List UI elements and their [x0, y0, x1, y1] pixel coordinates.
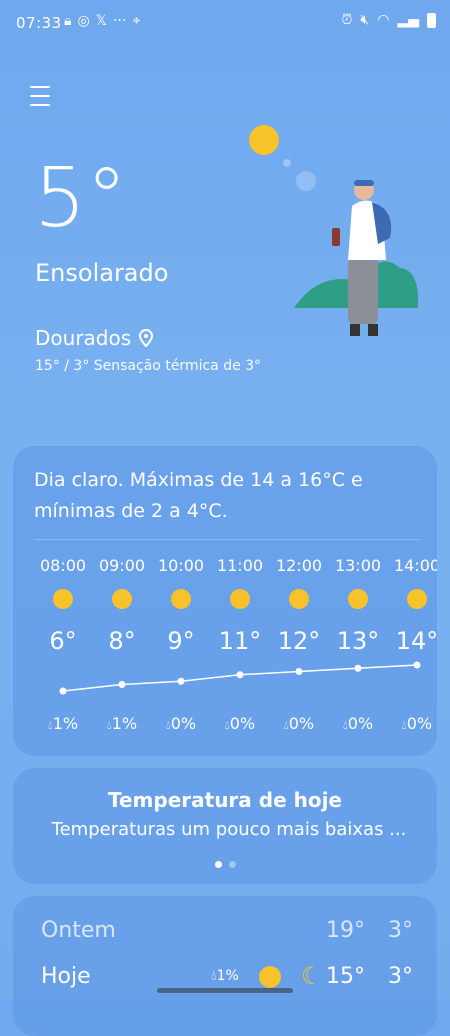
signal-icon: ▂▄: [397, 12, 419, 28]
notification-icons: 🔒︎ ◎ 𝕏 ··· ⌖: [64, 13, 140, 29]
rain-value: 1%: [52, 714, 79, 733]
menu-icon[interactable]: [30, 86, 50, 113]
x-icon: 𝕏: [95, 13, 107, 29]
rain-chance: 💧︎0%: [387, 714, 437, 733]
rain-value: 0%: [170, 714, 197, 733]
rain-chance: 💧︎1%: [211, 968, 239, 984]
location-label: Dourados: [35, 326, 132, 350]
system-icons: ⏰︎ 🔇︎ ◠ ▂▄: [341, 12, 436, 28]
hour-temperature: 6°: [49, 627, 77, 655]
divider: [34, 539, 421, 540]
rain-value: 0%: [288, 714, 315, 733]
temperature-range: 15° / 3° Sensação térmica de 3°: [35, 358, 262, 374]
home-indicator[interactable]: [157, 988, 293, 993]
location-pin-icon: [139, 329, 154, 347]
hourly-list[interactable]: 08:00 6° 💧︎1% 09:00 8° 💧︎1% 10:00 9° 💧︎0% 11:00 11…: [13, 556, 437, 746]
hour-time: 11:00: [216, 556, 264, 575]
trend-point: [59, 687, 67, 695]
today-temperature-card[interactable]: Temperatura de hoje Temperaturas um pouc…: [13, 768, 437, 884]
hour-temperature: 12°: [277, 627, 321, 655]
trend-point: [413, 661, 421, 669]
moon-icon: ☾: [301, 962, 323, 990]
sun-icon: [407, 589, 427, 609]
trend-point: [177, 677, 185, 685]
location-icon: ⌖: [132, 13, 141, 29]
rain-chance: 💧︎0%: [151, 714, 211, 733]
hour-time: 12:00: [275, 556, 323, 575]
hour-time: 09:00: [98, 556, 146, 575]
daily-forecast-card[interactable]: Ontem 19° 3° Hoje 💧︎1% ☾ 15° 3°: [13, 896, 437, 1036]
forecast-summary: Dia claro. Máximas de 14 a 16°C e mínima…: [34, 469, 363, 522]
instagram-icon: ◎: [77, 13, 90, 29]
battery-icon: [427, 13, 436, 28]
day-high: 19°: [326, 918, 365, 943]
lock-icon: 🔒︎: [64, 13, 72, 29]
sun-icon: [348, 589, 368, 609]
rain-value: 0%: [347, 714, 374, 733]
daily-row-yesterday[interactable]: Ontem 19° 3°: [41, 918, 413, 948]
weather-condition: Ensolarado: [35, 259, 169, 287]
weather-illustration: [249, 125, 419, 336]
hour-temperature: 13°: [336, 627, 380, 655]
hourly-forecast-card[interactable]: Dia claro. Máximas de 14 a 16°C e mínima…: [13, 446, 437, 756]
day-label: Hoje: [41, 964, 91, 989]
hour-temperature: 8°: [108, 627, 136, 655]
sun-icon: [53, 589, 73, 609]
rain-chance: 💧︎1%: [33, 714, 93, 733]
hour-temperature: 11°: [218, 627, 262, 655]
sun-icon: [230, 589, 250, 609]
rain-chance: 💧︎0%: [269, 714, 329, 733]
status-time: 07:33: [16, 14, 62, 32]
day-low: 3°: [388, 918, 413, 943]
dots-icon: ···: [112, 13, 127, 29]
sun-icon: [289, 589, 309, 609]
page-indicator: [13, 861, 437, 868]
hour-temperature: 14°: [395, 627, 437, 655]
hour-temperature: 9°: [167, 627, 195, 655]
day-low: 3°: [388, 964, 413, 989]
location-name[interactable]: Dourados: [35, 326, 154, 350]
status-bar: 07:33 🔒︎ ◎ 𝕏 ··· ⌖ ⏰︎ 🔇︎ ◠ ▂▄: [0, 0, 450, 44]
rain-value: 0%: [229, 714, 256, 733]
hour-time: 08:00: [39, 556, 87, 575]
rain-chance: 💧︎1%: [92, 714, 152, 733]
sun-icon: [259, 966, 281, 988]
rain-chance: 💧︎0%: [328, 714, 388, 733]
day-high: 15°: [326, 964, 365, 989]
hour-time: 13:00: [334, 556, 382, 575]
current-temperature: 5°: [34, 151, 128, 246]
rain-value: 0%: [406, 714, 433, 733]
hour-time: 14:00: [393, 556, 437, 575]
day-label: Ontem: [41, 918, 116, 943]
trend-point: [236, 671, 244, 679]
hour-time: 10:00: [157, 556, 205, 575]
mute-icon: 🔇︎: [360, 12, 370, 28]
sun-icon: [171, 589, 191, 609]
rain-chance: 💧︎0%: [210, 714, 270, 733]
trend-point: [295, 668, 303, 675]
card-title: Temperatura de hoje: [108, 788, 342, 812]
trend-point: [354, 664, 362, 672]
trend-point: [118, 681, 126, 688]
wifi-icon: ◠: [377, 12, 390, 28]
sun-icon: [112, 589, 132, 609]
card-subtitle: Temperaturas um pouco mais baixas ...: [51, 819, 407, 840]
rain-value: 1%: [111, 714, 138, 733]
alarm-icon: ⏰︎: [341, 12, 353, 28]
